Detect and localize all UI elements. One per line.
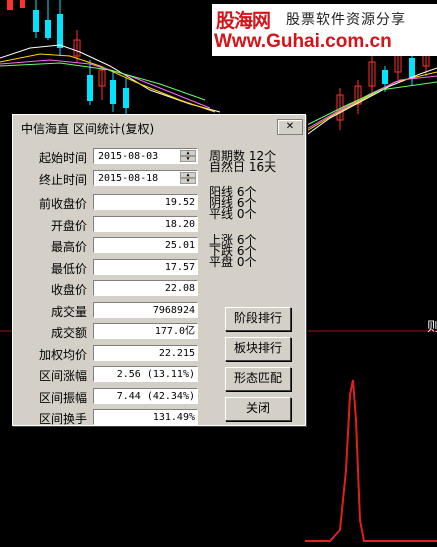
stat-label: 成交额 bbox=[50, 326, 87, 340]
stat-label: 加权均价 bbox=[38, 347, 87, 362]
stat-label: 区间换手 bbox=[38, 412, 87, 426]
end-date-field[interactable]: 2015-08-18 ▲ ▼ bbox=[93, 170, 198, 186]
stat-label: 最高价 bbox=[50, 240, 87, 254]
end-date-value: 2015-08-18 bbox=[98, 173, 159, 184]
watermark-url: Www.Guhai.com.cn bbox=[214, 31, 392, 52]
stat-value-field: 7968924 bbox=[93, 301, 198, 318]
pattern-match-button[interactable]: 形态匹配 bbox=[225, 367, 291, 391]
candlestick-area-right bbox=[336, 44, 430, 130]
stat-label: 成交量 bbox=[50, 304, 87, 319]
stat-value-field: 177.0亿 bbox=[93, 323, 198, 339]
natural-days-label: 自然日 bbox=[209, 160, 246, 174]
stat-label: 前收盘价 bbox=[38, 197, 87, 211]
watermark-slogan: 股票软件资源分享 bbox=[286, 12, 406, 28]
stat-value-field: 7.44 (42.34%) bbox=[93, 387, 198, 404]
indicator-line bbox=[305, 379, 437, 542]
stat-value-field: 25.01 bbox=[93, 237, 198, 253]
stat-value-field: 18.20 bbox=[93, 215, 198, 232]
close-icon[interactable]: ✕ bbox=[277, 119, 303, 135]
dialog-title: 中信海直 区间统计(复权) bbox=[21, 122, 155, 136]
stat-label: 区间振幅 bbox=[38, 390, 87, 405]
stat-label: 收盘价 bbox=[50, 283, 87, 297]
flat-count: 平盘 0个 bbox=[209, 255, 257, 269]
chart-edge-label: 则 bbox=[427, 320, 437, 335]
stat-label: 开盘价 bbox=[50, 218, 87, 233]
natural-days: 自然日 16天 bbox=[209, 160, 277, 174]
stat-value-field: 131.49% bbox=[93, 409, 198, 425]
range-stats-dialog: 中信海直 区间统计(复权) ✕ 起始时间 2015-08-03 ▲ ▼ 终止时间 … bbox=[12, 114, 306, 426]
stat-label: 最低价 bbox=[50, 261, 87, 276]
start-date-field[interactable]: 2015-08-03 ▲ ▼ bbox=[93, 148, 198, 164]
stat-label: 区间涨幅 bbox=[38, 369, 87, 383]
flat-label: 平盘 bbox=[209, 255, 234, 269]
stage-rank-button[interactable]: 阶段排行 bbox=[225, 307, 291, 331]
end-date-label: 终止时间 bbox=[38, 173, 87, 187]
natural-days-value: 16天 bbox=[248, 160, 277, 174]
start-date-spinner[interactable]: ▲ ▼ bbox=[180, 150, 196, 162]
stat-value-field: 22.08 bbox=[93, 280, 198, 296]
flat-line-value: 0个 bbox=[236, 207, 257, 221]
start-date-label: 起始时间 bbox=[38, 151, 87, 165]
stat-value-field: 22.215 bbox=[93, 344, 198, 361]
flat-line-label: 平线 bbox=[209, 207, 234, 221]
flat-value: 0个 bbox=[236, 255, 257, 269]
watermark: 股海网 股票软件资源分享 Www.Guhai.com.cn bbox=[212, 4, 437, 56]
flat-line-count: 平线 0个 bbox=[209, 207, 257, 221]
stat-value-field: 2.56 (13.11%) bbox=[93, 366, 198, 382]
stat-value-field: 17.57 bbox=[93, 258, 198, 275]
watermark-logo: 股海网 bbox=[216, 10, 271, 32]
start-date-value: 2015-08-03 bbox=[98, 151, 159, 162]
sector-rank-button[interactable]: 板块排行 bbox=[225, 337, 291, 361]
stat-value-field: 19.52 bbox=[93, 194, 198, 210]
end-date-spinner[interactable]: ▲ ▼ bbox=[180, 172, 196, 184]
close-button[interactable]: 关闭 bbox=[225, 397, 291, 421]
